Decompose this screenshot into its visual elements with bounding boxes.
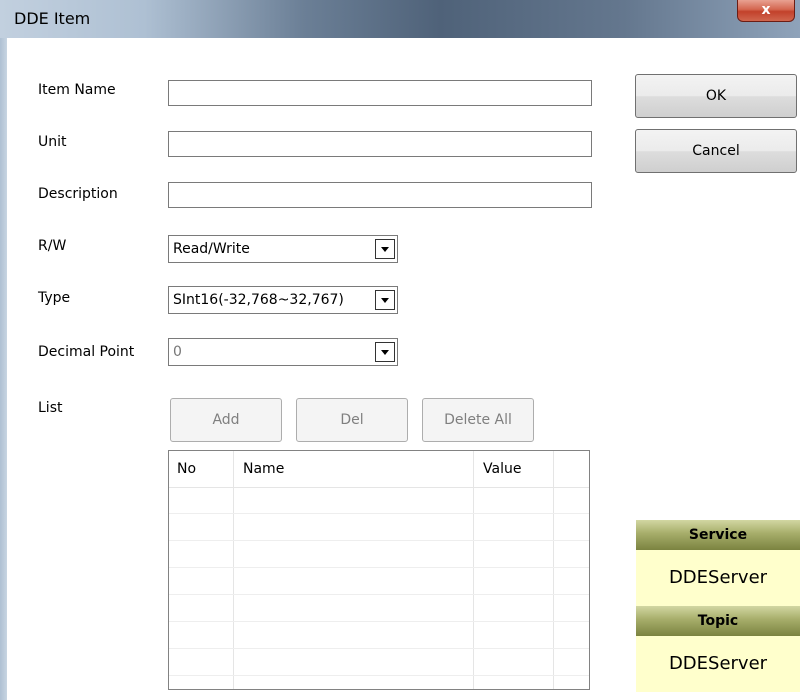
type-select-value: SInt16(-32,768~32,767) — [173, 292, 344, 308]
description-label: Description — [38, 186, 118, 202]
column-header-no[interactable]: No — [177, 451, 196, 487]
table-row[interactable] — [169, 541, 589, 568]
table-header: No Name Value — [169, 451, 589, 488]
unit-input[interactable] — [168, 131, 592, 157]
title-bar[interactable]: DDE Item x — [0, 0, 800, 38]
table-row[interactable] — [169, 649, 589, 676]
table-row[interactable] — [169, 568, 589, 595]
table-row[interactable] — [169, 622, 589, 649]
table-row[interactable] — [169, 487, 589, 514]
decimal-point-label: Decimal Point — [38, 344, 135, 360]
topic-header: Topic — [636, 606, 800, 636]
chevron-down-icon[interactable] — [375, 342, 395, 362]
window-title: DDE Item — [14, 9, 91, 28]
dde-item-dialog: DDE Item x Item Name Unit Description R/… — [0, 0, 800, 700]
topic-value: DDEServer — [636, 636, 800, 692]
decimal-point-select[interactable]: 0 — [168, 338, 398, 366]
close-button[interactable]: x — [737, 0, 795, 22]
chevron-down-icon[interactable] — [375, 239, 395, 259]
decimal-point-select-value: 0 — [173, 344, 182, 360]
service-value: DDEServer — [636, 550, 800, 606]
column-header-value[interactable]: Value — [483, 451, 521, 487]
table-row[interactable] — [169, 595, 589, 622]
window-frame-left — [0, 38, 7, 700]
ok-button[interactable]: OK — [635, 74, 797, 118]
cancel-button[interactable]: Cancel — [635, 129, 797, 173]
service-header: Service — [636, 520, 800, 550]
delete-all-button[interactable]: Delete All — [422, 398, 534, 442]
list-label: List — [38, 400, 63, 416]
item-name-input[interactable] — [168, 80, 592, 106]
unit-label: Unit — [38, 134, 67, 150]
item-name-label: Item Name — [38, 82, 116, 98]
add-button[interactable]: Add — [170, 398, 282, 442]
column-header-name[interactable]: Name — [243, 451, 284, 487]
rw-label: R/W — [38, 238, 67, 254]
rw-select-value: Read/Write — [173, 241, 250, 257]
type-label: Type — [38, 290, 71, 306]
del-button[interactable]: Del — [296, 398, 408, 442]
type-select[interactable]: SInt16(-32,768~32,767) — [168, 286, 398, 314]
table-row[interactable] — [169, 514, 589, 541]
rw-select[interactable]: Read/Write — [168, 235, 398, 263]
chevron-down-icon[interactable] — [375, 290, 395, 310]
item-list-table[interactable]: No Name Value — [168, 450, 590, 690]
description-input[interactable] — [168, 182, 592, 208]
